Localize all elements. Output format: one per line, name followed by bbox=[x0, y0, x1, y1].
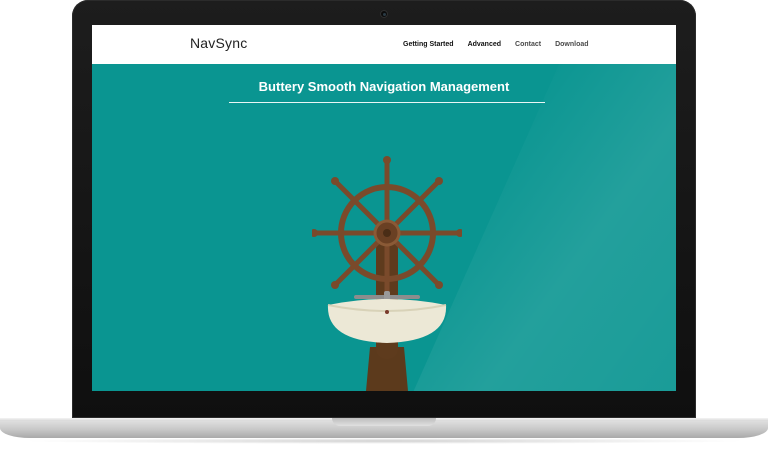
laptop-shadow bbox=[20, 438, 748, 444]
laptop-screen: NavSync Getting Started Advanced Contact… bbox=[92, 25, 676, 391]
wheel-hub-center bbox=[383, 229, 391, 237]
camera-icon bbox=[380, 10, 388, 18]
nav-contact[interactable]: Contact bbox=[515, 41, 541, 48]
laptop-notch bbox=[332, 418, 436, 426]
nav-getting-started[interactable]: Getting Started bbox=[403, 41, 454, 48]
hero-divider bbox=[229, 102, 545, 103]
site-header: NavSync Getting Started Advanced Contact… bbox=[92, 25, 676, 64]
device-mockup: NavSync Getting Started Advanced Contact… bbox=[0, 0, 768, 475]
hero-title: Buttery Smooth Navigation Management bbox=[258, 79, 510, 94]
brand-logo[interactable]: NavSync bbox=[190, 35, 247, 51]
main-nav: Getting Started Advanced Contact Downloa… bbox=[403, 41, 603, 48]
nav-download[interactable]: Download bbox=[555, 41, 588, 48]
sink-basin bbox=[327, 299, 447, 343]
nav-advanced[interactable]: Advanced bbox=[468, 41, 501, 48]
ship-wheel-sink-icon bbox=[312, 156, 462, 391]
sink-drain bbox=[385, 310, 389, 314]
